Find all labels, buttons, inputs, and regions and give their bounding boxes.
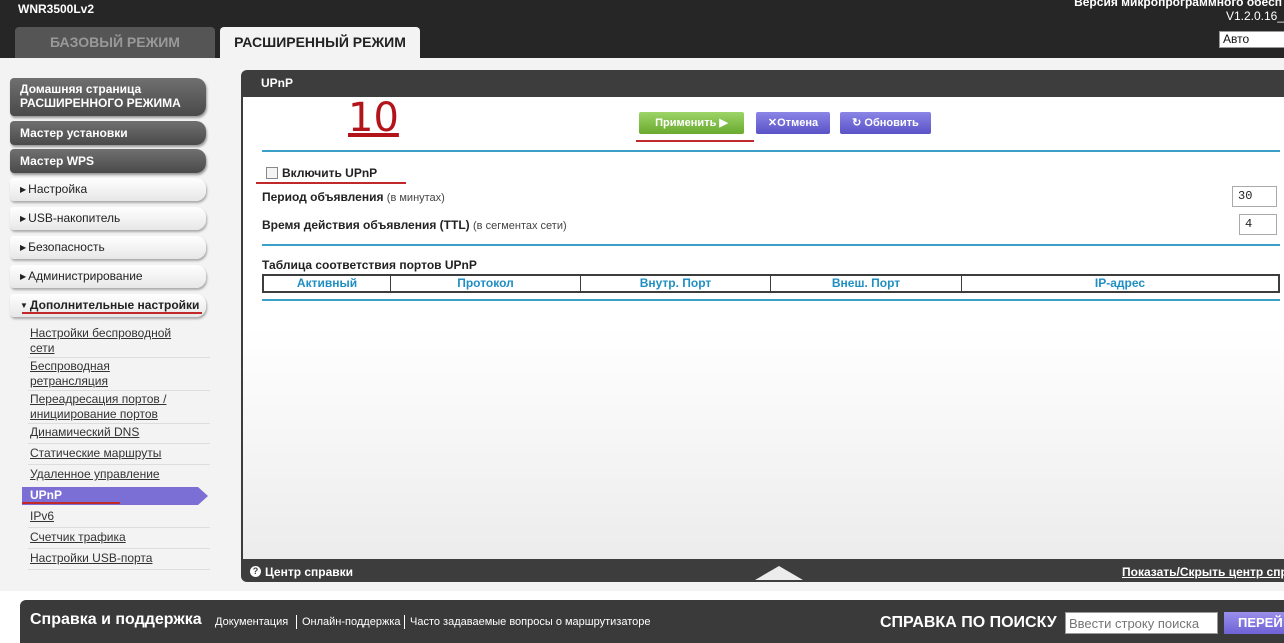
expand-arrow-icon: ▶ xyxy=(20,272,27,281)
expand-arrow-icon: ▶ xyxy=(20,243,27,252)
divider xyxy=(296,615,297,629)
tab-advanced-mode[interactable]: РАСШИРЕННЫЙ РЕЖИМ xyxy=(220,27,420,58)
table-header-active: Активный xyxy=(264,276,391,291)
sidebar-home-button[interactable]: Домашняя страница РАСШИРЕННОГО РЕЖИМА xyxy=(10,78,206,116)
submenu-line: Переадресация портов / xyxy=(30,392,167,406)
router-model: WNR3500Lv2 xyxy=(18,2,95,16)
submenu-upnp-label: UPnP xyxy=(30,488,63,502)
table-header-ext-port: Внеш. Порт xyxy=(771,276,962,291)
online-support-link[interactable]: Онлайн-поддержка xyxy=(302,616,400,628)
advert-ttl-label: Время действия объявления (TTL) xyxy=(262,218,470,232)
submenu-static-routes[interactable]: Статические маршруты xyxy=(30,446,210,461)
submenu-wireless-repeating[interactable]: Беспроводная ретрансляция xyxy=(30,359,210,389)
annotation-underline xyxy=(636,140,754,142)
submenu-wireless-settings[interactable]: Настройки беспроводной сети xyxy=(30,326,210,356)
submenu-port-forwarding[interactable]: Переадресация портов / инициирование порт… xyxy=(30,392,210,422)
apply-button[interactable]: Применить ▶ xyxy=(639,112,744,134)
top-header: WNR3500Lv2 Версия микропрограммного обес… xyxy=(0,0,1284,58)
search-go-button[interactable]: ПЕРЕЙ xyxy=(1224,612,1284,634)
submenu-dynamic-dns[interactable]: Динамический DNS xyxy=(30,425,210,440)
advert-period-row: Период объявления (в минутах) xyxy=(262,190,445,204)
submenu-line: инициирование портов xyxy=(30,407,158,421)
sidebar-home-line1: Домашняя страница xyxy=(20,82,142,96)
submenu-line: Настройки беспроводной xyxy=(30,326,172,340)
port-map-table: Активный Протокол Внутр. Порт Внеш. Порт… xyxy=(262,274,1280,293)
submenu-ipv6[interactable]: IPv6 xyxy=(30,509,210,524)
firmware-version: V1.2.0.16_ xyxy=(1225,9,1284,23)
sidebar-section-security[interactable]: ▶ Безопасность xyxy=(10,236,206,259)
divider xyxy=(28,464,210,465)
help-center-link[interactable]: Центр справки xyxy=(265,565,353,579)
help-icon[interactable]: ? xyxy=(250,566,261,577)
table-header-ip-address: IP-адрес xyxy=(1094,276,1146,290)
documentation-link[interactable]: Документация xyxy=(215,616,288,628)
sidebar-section-label: Безопасность xyxy=(28,240,105,254)
submenu-usb-port-settings[interactable]: Настройки USB-порта xyxy=(30,551,210,566)
port-map-table-title: Таблица соответствия портов UPnP xyxy=(262,258,477,272)
divider xyxy=(28,357,210,358)
sidebar-section-label: USB-накопитель xyxy=(28,211,121,225)
page-title: UPnP xyxy=(261,76,294,90)
advert-period-note: (в минутах) xyxy=(386,192,445,204)
enable-upnp-label: Включить UPnP xyxy=(282,166,378,180)
sidebar-home-line2: РАСШИРЕННОГО РЕЖИМА xyxy=(20,96,181,110)
search-input[interactable] xyxy=(1065,612,1218,634)
divider xyxy=(28,443,210,444)
divider xyxy=(262,244,1280,246)
refresh-button[interactable]: ↻ Обновить xyxy=(840,112,931,134)
divider xyxy=(262,299,1280,301)
divider xyxy=(404,615,405,629)
sidebar-section-usb[interactable]: ▶ USB-накопитель xyxy=(10,207,206,230)
annotation-underline xyxy=(22,312,202,314)
divider xyxy=(262,150,1280,152)
show-hide-help-link[interactable]: Показать/Скрыть центр спра xyxy=(1122,565,1284,579)
language-select[interactable]: Авто xyxy=(1219,31,1284,48)
table-header-int-port: Внутр. Порт xyxy=(581,276,771,291)
divider xyxy=(28,569,210,570)
sidebar-section-setup[interactable]: ▶ Настройка xyxy=(10,178,206,201)
sidebar-section-label: Администрирование xyxy=(28,269,143,283)
expand-arrow-icon: ▶ xyxy=(20,185,27,194)
sidebar-section-admin[interactable]: ▶ Администрирование xyxy=(10,265,206,288)
panel-body xyxy=(241,97,1284,559)
cancel-button[interactable]: ✕Отмена xyxy=(756,112,830,134)
advert-period-input[interactable]: 30 xyxy=(1232,186,1277,207)
submenu-line: Беспроводная xyxy=(30,359,110,373)
search-help-title: СПРАВКА ПО ПОИСКУ xyxy=(880,614,1057,631)
submenu-line: IPv6 xyxy=(30,509,55,523)
tab-basic-mode[interactable]: БАЗОВЫЙ РЕЖИМ xyxy=(15,27,215,58)
advert-ttl-row: Время действия объявления (TTL) (в сегме… xyxy=(262,218,567,232)
submenu-line: сети xyxy=(30,341,55,355)
step-number-annotation: 10 xyxy=(348,95,399,141)
sidebar-setup-wizard[interactable]: Мастер установки xyxy=(10,121,206,145)
submenu-line: Настройки USB-порта xyxy=(30,551,153,565)
advert-period-label: Период объявления xyxy=(262,190,384,204)
sidebar-section-label: Настройка xyxy=(28,182,88,196)
submenu-remote-management[interactable]: Удаленное управление xyxy=(30,467,210,482)
divider xyxy=(28,423,210,424)
sidebar-wps-wizard[interactable]: Мастер WPS xyxy=(10,149,206,173)
advert-ttl-input[interactable]: 4 xyxy=(1239,214,1277,235)
submenu-line: ретрансляция xyxy=(30,374,108,388)
submenu-line: Удаленное управление xyxy=(30,467,160,481)
divider xyxy=(28,390,210,391)
divider xyxy=(28,527,210,528)
submenu-line: Счетчик трафика xyxy=(30,530,126,544)
expand-arrow-icon: ▶ xyxy=(20,214,27,223)
firmware-label: Версия микропрограммного обесп xyxy=(1074,0,1282,9)
sidebar-section-label: Дополнительные настройки xyxy=(29,298,200,312)
enable-upnp-checkbox[interactable] xyxy=(266,167,278,179)
table-header-protocol: Протокол xyxy=(391,276,581,291)
divider xyxy=(28,548,210,549)
annotation-underline xyxy=(22,502,120,504)
submenu-line: Динамический DNS xyxy=(30,425,140,439)
faq-link[interactable]: Часто задаваемые вопросы о маршрутизатор… xyxy=(410,616,651,628)
advert-ttl-note: (в сегментах сети) xyxy=(473,220,567,232)
submenu-traffic-meter[interactable]: Счетчик трафика xyxy=(30,530,210,545)
submenu-line: Статические маршруты xyxy=(30,446,162,460)
annotation-underline xyxy=(256,182,406,184)
support-title: Справка и поддержка xyxy=(30,611,202,628)
